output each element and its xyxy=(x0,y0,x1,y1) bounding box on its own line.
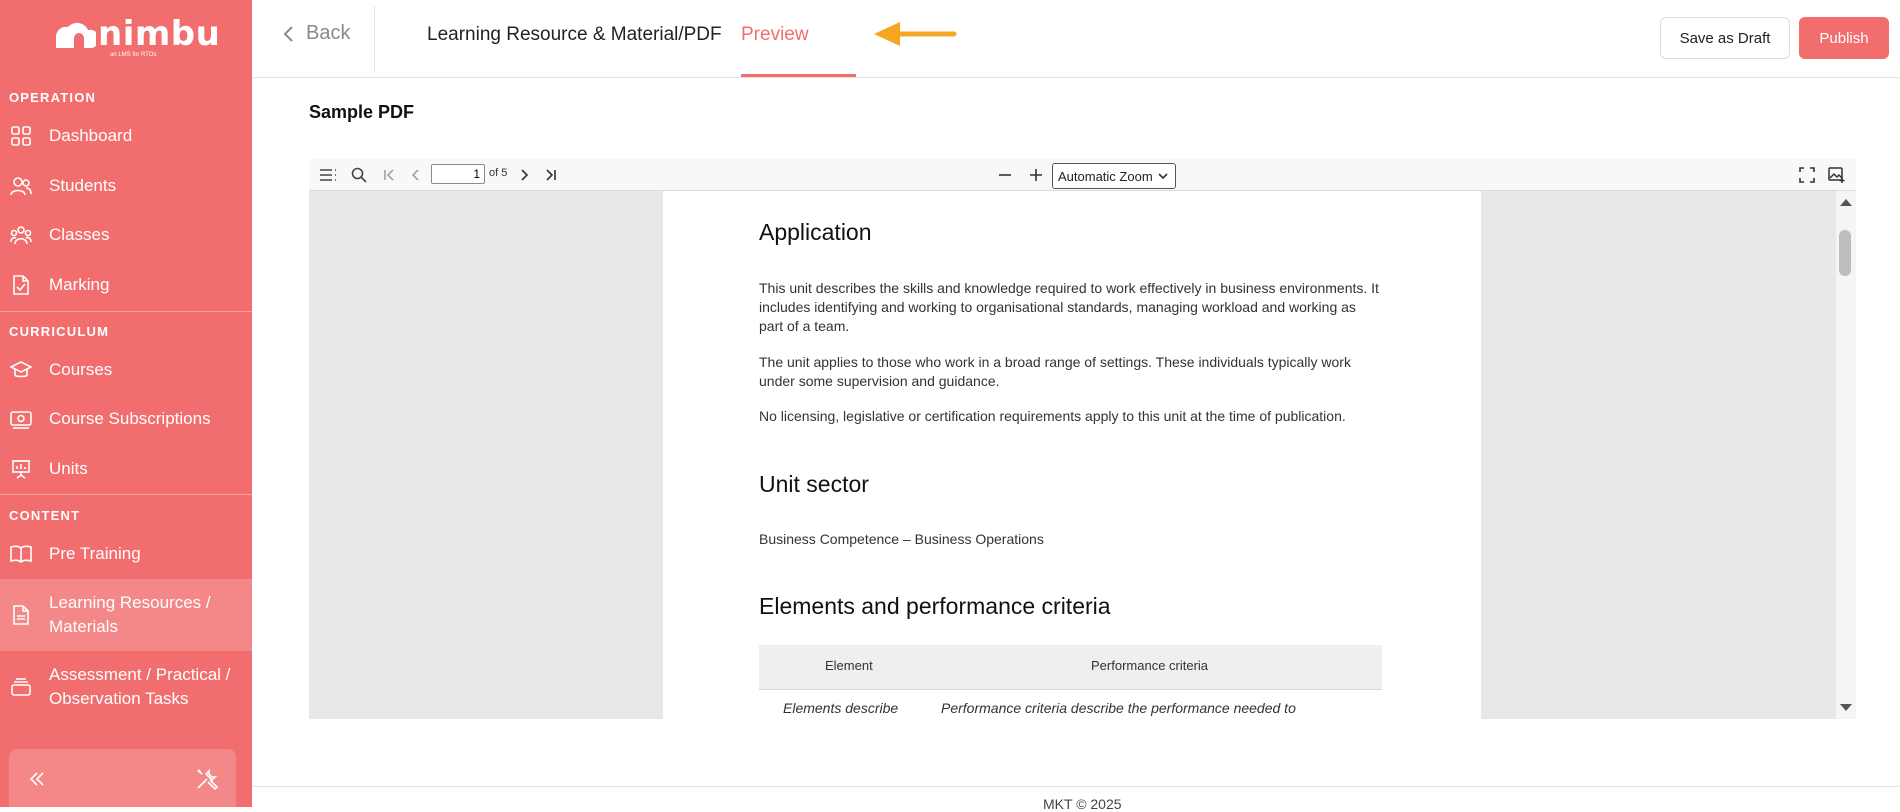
book-open-icon xyxy=(10,545,32,564)
sidebar-item-label: Course Subscriptions xyxy=(49,409,211,428)
sidebar-item-label-line2: Materials xyxy=(49,617,118,636)
first-page-icon[interactable] xyxy=(379,164,401,186)
sidebar-divider xyxy=(0,494,252,495)
section-operation: OPERATION xyxy=(9,90,97,105)
pdf-table: Element Performance criteria Elements de… xyxy=(759,645,1382,719)
sidebar-item-learning-resources[interactable]: Learning Resources / Materials xyxy=(0,579,252,651)
last-page-icon[interactable] xyxy=(539,164,561,186)
collapse-sidebar-icon[interactable] xyxy=(27,769,47,789)
scroll-up-icon[interactable] xyxy=(1839,197,1853,207)
pdf-paragraph: No licensing, legislative or certificati… xyxy=(759,408,1346,424)
sidebar-item-label: Students xyxy=(49,176,117,195)
tools-icon[interactable] xyxy=(195,767,219,791)
sidebar-item-course-subscriptions[interactable]: Course Subscriptions xyxy=(0,407,252,431)
sidebar-item-marking[interactable]: Marking xyxy=(0,273,252,297)
zoom-out-icon[interactable] xyxy=(994,164,1016,186)
subscription-icon xyxy=(10,411,32,429)
back-button[interactable]: Back xyxy=(282,22,350,45)
zoom-select[interactable]: Automatic Zoom xyxy=(1052,163,1176,189)
scroll-down-icon[interactable] xyxy=(1839,703,1853,713)
add-image-icon[interactable] xyxy=(1826,164,1848,186)
next-page-icon[interactable] xyxy=(513,164,535,186)
brand-name: nimbu xyxy=(98,14,221,54)
pdf-sector-text: Business Competence – Business Operation… xyxy=(759,531,1044,547)
pdf-paragraph: The unit applies to those who work in a … xyxy=(759,354,1351,389)
document-icon xyxy=(13,605,29,625)
cloud-logo-icon xyxy=(56,22,96,48)
sidebar-item-dashboard[interactable]: Dashboard xyxy=(0,124,252,148)
section-curriculum: CURRICULUM xyxy=(9,324,110,339)
pdf-table-header: Element Performance criteria xyxy=(759,645,1382,690)
sidebar: nimbu an LMS for RTOs OPERATION Dashboar… xyxy=(0,0,252,807)
previous-page-icon[interactable] xyxy=(405,164,427,186)
sidebar-item-label: Pre Training xyxy=(49,544,141,563)
sidebar-divider xyxy=(0,311,252,312)
pdf-table-header-cell: Performance criteria xyxy=(1091,658,1209,673)
dashboard-icon xyxy=(11,126,31,146)
chevron-left-icon xyxy=(283,25,293,42)
pdf-page: Application This unit describes the skil… xyxy=(663,191,1481,719)
sidebar-item-pre-training[interactable]: Pre Training xyxy=(0,542,252,566)
pdf-paragraph: This unit describes the skills and knowl… xyxy=(759,280,1379,334)
sidebar-item-students[interactable]: Students xyxy=(0,174,252,198)
sidebar-item-assessment-tasks[interactable]: Assessment / Practical / Observation Tas… xyxy=(0,651,252,723)
sidebar-item-label: Marking xyxy=(49,275,110,294)
sidebar-item-label-line1: Assessment / Practical / xyxy=(49,665,231,684)
group-icon xyxy=(10,226,32,245)
pdf-scrollbar-thumb[interactable] xyxy=(1839,230,1851,276)
active-tab-indicator xyxy=(741,74,856,77)
breadcrumb[interactable]: Learning Resource & Material/PDF xyxy=(427,24,722,46)
pdf-heading-unit-sector: Unit sector xyxy=(759,471,869,497)
save-as-draft-button[interactable]: Save as Draft xyxy=(1660,17,1790,59)
section-content: CONTENT xyxy=(9,508,81,523)
file-check-icon xyxy=(13,275,29,295)
brand-tagline: an LMS for RTOs xyxy=(110,52,157,58)
sidebar-footer xyxy=(9,749,236,807)
sidebar-item-courses[interactable]: Courses xyxy=(0,358,252,382)
sidebar-item-label: Units xyxy=(49,459,88,478)
tab-preview[interactable]: Preview xyxy=(741,24,809,46)
publish-button[interactable]: Publish xyxy=(1799,17,1889,59)
sidebar-item-label-line2: Observation Tasks xyxy=(49,689,189,708)
zoom-in-icon[interactable] xyxy=(1025,164,1047,186)
sidebar-item-label: Classes xyxy=(49,225,110,244)
pdf-viewer: of 5 Automatic Zoom Application This uni… xyxy=(309,159,1856,719)
pdf-table-header-cell: Element xyxy=(825,658,873,673)
sidebar-toggle-icon[interactable] xyxy=(317,164,339,186)
sidebar-item-label-line1: Learning Resources / xyxy=(49,593,211,612)
top-bar: Back Learning Resource & Material/PDF Pr… xyxy=(252,0,1900,78)
pdf-heading-elements: Elements and performance criteria xyxy=(759,593,1111,619)
sidebar-item-units[interactable]: Units xyxy=(0,457,252,481)
zoom-value: Automatic Zoom xyxy=(1058,168,1153,184)
fullscreen-icon[interactable] xyxy=(1796,164,1818,186)
footer-divider xyxy=(252,786,1900,787)
page-number-input[interactable] xyxy=(431,164,485,184)
brand-logo[interactable]: nimbu an LMS for RTOs xyxy=(50,14,220,60)
presentation-icon xyxy=(12,460,30,479)
stack-icon xyxy=(11,678,31,696)
page-count: of 5 xyxy=(489,167,508,179)
back-label: Back xyxy=(306,22,351,44)
graduation-cap-icon xyxy=(10,361,32,378)
pdf-toolbar: of 5 Automatic Zoom xyxy=(309,159,1856,191)
pdf-heading-application: Application xyxy=(759,219,872,245)
footer-copyright: MKT © 2025 xyxy=(1043,796,1122,812)
sidebar-item-label: Courses xyxy=(49,360,113,379)
chevron-down-icon xyxy=(1158,173,1168,180)
pdf-table-cell: Performance criteria describe the perfor… xyxy=(941,700,1296,716)
sidebar-item-label: Dashboard xyxy=(49,126,133,145)
sidebar-item-classes[interactable]: Classes xyxy=(0,223,252,247)
search-icon[interactable] xyxy=(348,164,370,186)
users-icon xyxy=(10,177,32,196)
arrow-left-annotation-icon xyxy=(874,22,957,46)
header-divider xyxy=(374,6,375,72)
pdf-table-cell: Elements describe xyxy=(783,700,899,716)
page-title: Sample PDF xyxy=(309,102,415,122)
